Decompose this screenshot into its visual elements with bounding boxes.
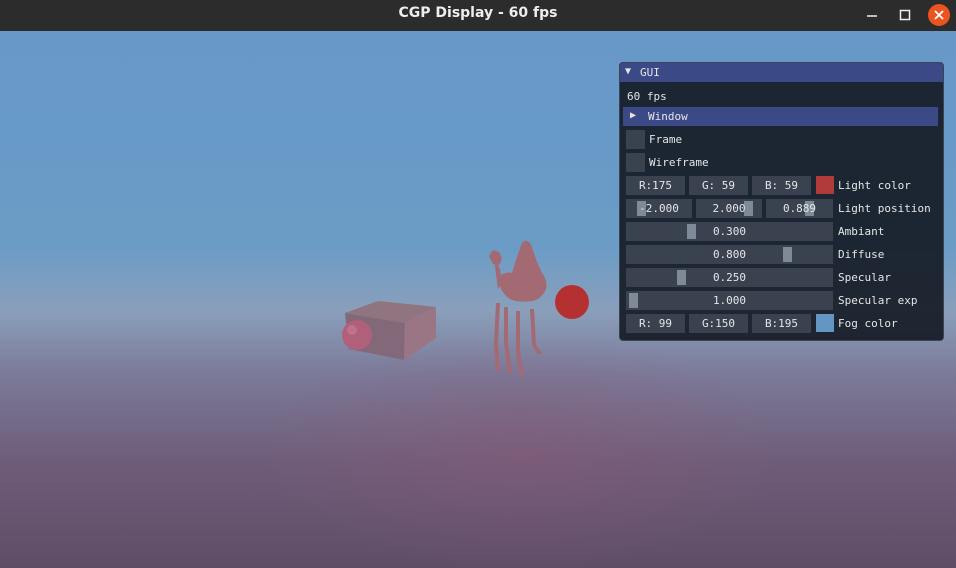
fps-label: 60 fps bbox=[627, 90, 667, 103]
light-position-label: Light position bbox=[838, 202, 931, 215]
frame-label: Frame bbox=[649, 133, 683, 146]
window-title: CGP Display - 60 fps bbox=[398, 5, 558, 21]
frame-checkbox[interactable] bbox=[626, 130, 645, 149]
window-node-label: Window bbox=[648, 110, 688, 123]
gui-title: GUI bbox=[640, 66, 660, 79]
specular-slider[interactable]: 0.250 bbox=[626, 268, 833, 287]
light-color-swatch[interactable] bbox=[816, 176, 834, 194]
ambiant-label: Ambiant bbox=[838, 225, 885, 238]
slider-grab[interactable] bbox=[686, 224, 696, 239]
small-sphere bbox=[342, 320, 372, 350]
ambiant-slider[interactable]: 0.300 bbox=[626, 222, 833, 241]
window-tree-node[interactable]: ▶ Window bbox=[623, 107, 938, 126]
minimize-icon bbox=[867, 15, 877, 17]
wireframe-checkbox[interactable] bbox=[626, 153, 645, 172]
light-position-x-slider[interactable]: -2.000 bbox=[626, 199, 692, 218]
expand-arrow-icon: ▶ bbox=[630, 110, 637, 121]
light-color-r-field[interactable]: R:175 bbox=[626, 176, 685, 195]
fog-color-label: Fog color bbox=[838, 317, 898, 330]
fog-color-g-field[interactable]: G:150 bbox=[689, 314, 748, 333]
light-color-b-field[interactable]: B: 59 bbox=[752, 176, 811, 195]
diffuse-slider[interactable]: 0.800 bbox=[626, 245, 833, 264]
slider-grab[interactable] bbox=[677, 270, 686, 285]
diffuse-label: Diffuse bbox=[838, 248, 885, 261]
specular-exp-slider[interactable]: 1.000 bbox=[626, 291, 833, 310]
gui-title-bar[interactable]: ▼ GUI bbox=[620, 63, 943, 82]
fog-color-b-field[interactable]: B:195 bbox=[752, 314, 811, 333]
close-icon bbox=[934, 10, 944, 20]
specular-label: Specular bbox=[838, 271, 891, 284]
maximize-button[interactable] bbox=[894, 4, 916, 26]
title-bar: CGP Display - 60 fps bbox=[0, 0, 956, 31]
collapse-arrow-icon[interactable]: ▼ bbox=[625, 66, 631, 77]
minimize-button[interactable] bbox=[861, 4, 883, 26]
light-position-y-slider[interactable]: 2.000 bbox=[696, 199, 762, 218]
close-button[interactable] bbox=[928, 4, 950, 26]
specular-exp-label: Specular exp bbox=[838, 294, 918, 307]
red-sphere bbox=[555, 285, 589, 319]
wireframe-label: Wireframe bbox=[649, 156, 709, 169]
gui-panel[interactable]: ▼ GUI 60 fps ▶ Window Frame Wireframe R:… bbox=[619, 62, 944, 341]
light-color-g-field[interactable]: G: 59 bbox=[689, 176, 748, 195]
fog-color-swatch[interactable] bbox=[816, 314, 834, 332]
light-position-z-slider[interactable]: 0.889 bbox=[766, 199, 833, 218]
light-color-label: Light color bbox=[838, 179, 911, 192]
camel bbox=[489, 240, 547, 377]
fog-color-r-field[interactable]: R: 99 bbox=[626, 314, 685, 333]
slider-grab[interactable] bbox=[782, 247, 792, 262]
slider-grab[interactable] bbox=[629, 293, 638, 308]
maximize-icon bbox=[899, 9, 911, 21]
